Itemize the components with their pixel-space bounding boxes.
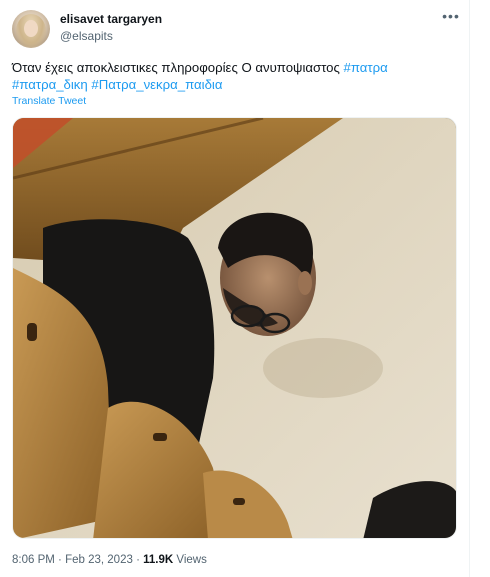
- hashtag-patra-nekra-paidia[interactable]: #Πατρα_νεκρα_παιδια: [91, 77, 222, 92]
- tweet-time[interactable]: 8:06 PM: [12, 554, 55, 566]
- more-options-icon[interactable]: •••: [440, 9, 462, 26]
- tweet-date[interactable]: Feb 23, 2023: [65, 554, 133, 566]
- views-count: 11.9K: [143, 554, 174, 566]
- user-handle[interactable]: @elsapits: [60, 29, 113, 43]
- avatar[interactable]: [12, 10, 50, 48]
- tweet-photo[interactable]: [12, 117, 457, 539]
- tweet-text: Όταν έχεις αποκλειστικες πληροφορίες Ο α…: [12, 59, 457, 93]
- meta-separator: ·: [136, 554, 140, 566]
- photo-content: [13, 118, 456, 538]
- meta-separator: ·: [58, 554, 62, 566]
- translate-tweet-link[interactable]: Translate Tweet: [12, 95, 86, 107]
- views-label: Views: [176, 554, 207, 566]
- tweet-card: elisavet targaryen @elsapits ••• Όταν έχ…: [0, 0, 470, 577]
- hashtag-patra[interactable]: #πατρα: [344, 60, 388, 75]
- avatar-face: [24, 20, 38, 37]
- tweet-meta: 8:06 PM · Feb 23, 2023 · 11.9K Views: [12, 554, 207, 566]
- display-name[interactable]: elisavet targaryen: [60, 12, 162, 26]
- tweet-body: Όταν έχεις αποκλειστικες πληροφορίες Ο α…: [12, 60, 344, 75]
- hashtag-patra-diki[interactable]: #πατρα_δικη: [12, 77, 88, 92]
